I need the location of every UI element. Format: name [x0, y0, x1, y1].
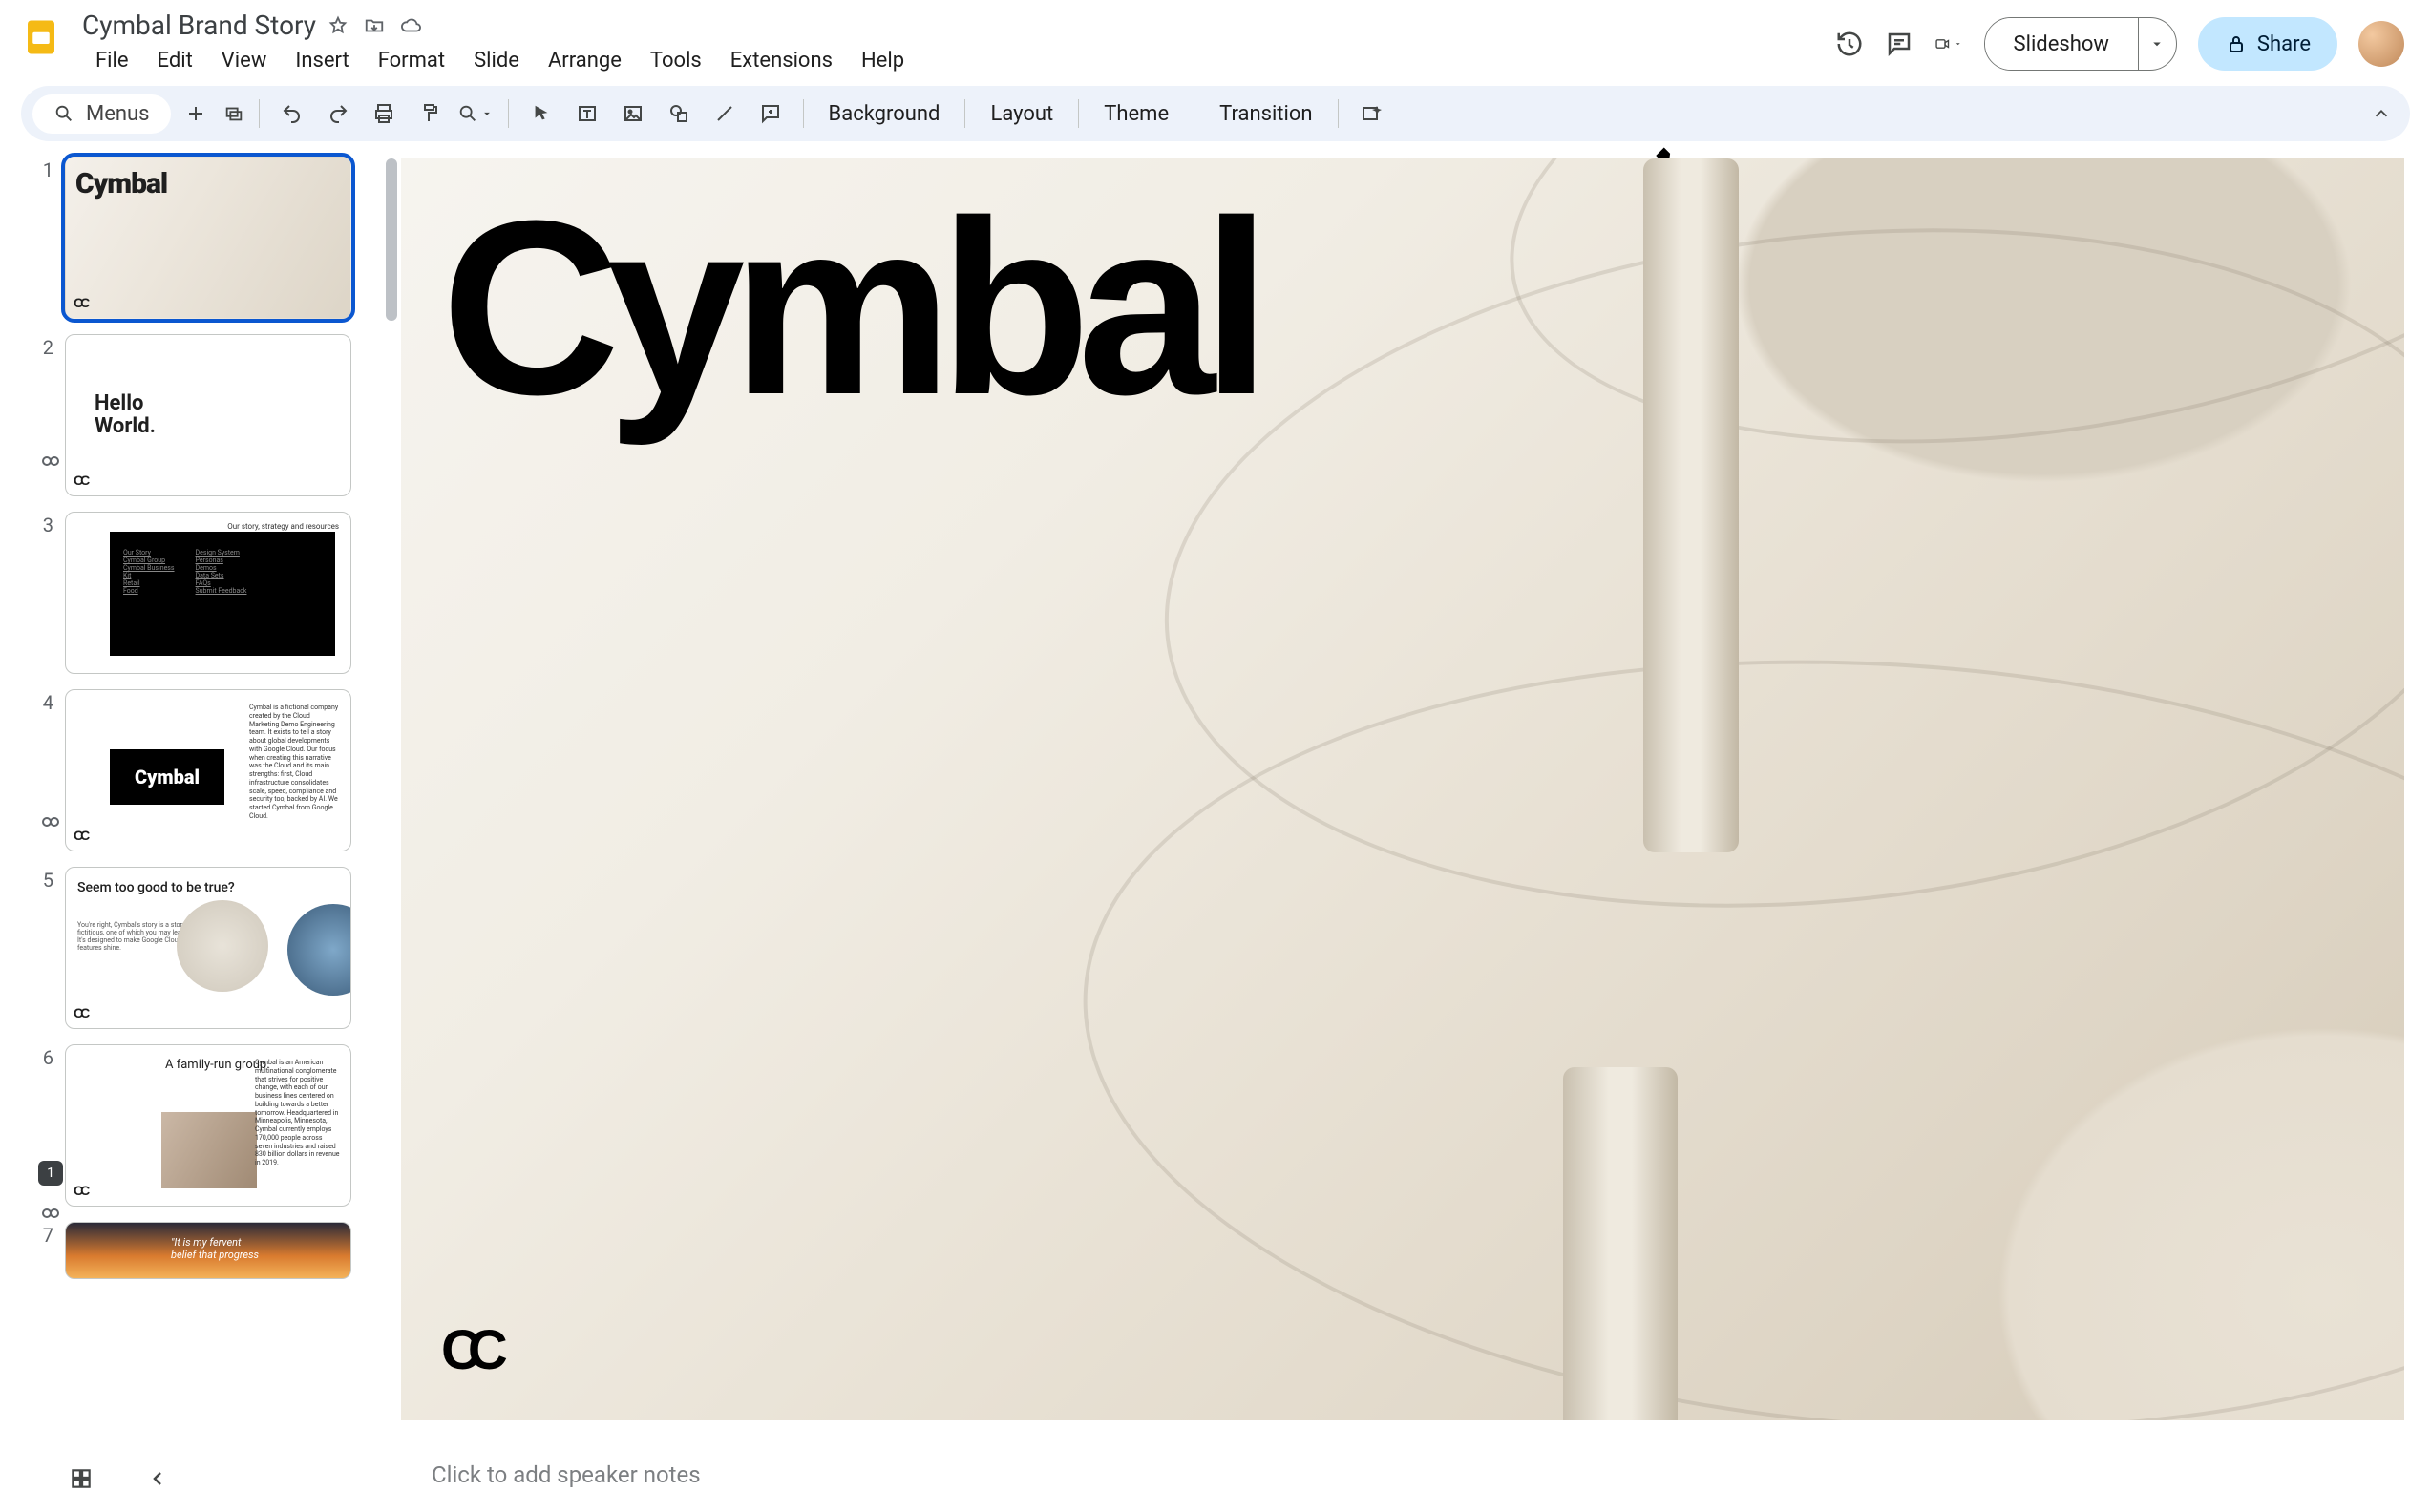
menu-view[interactable]: View [208, 43, 281, 78]
slide-thumbnail-1[interactable]: 1 Cymbal CC [29, 157, 391, 319]
redo-button[interactable] [317, 93, 359, 135]
slide-thumbnail-7[interactable]: 7 "It is my fervent belief that progress [29, 1222, 391, 1279]
menu-tools[interactable]: Tools [637, 43, 715, 78]
slide-thumbnail-4[interactable]: 4 Cymbal Cymbal is a fictional company c… [29, 689, 391, 851]
thumb-logo: Cymbal [110, 749, 224, 805]
menu-file[interactable]: File [82, 43, 142, 78]
thumb-hello: HelloWorld. [95, 392, 156, 438]
undo-button[interactable] [271, 93, 313, 135]
slide-number: 5 [29, 867, 53, 892]
share-label: Share [2257, 32, 2311, 56]
slide-canvas[interactable]: Cymbal CC [401, 158, 2404, 1420]
meet-icon[interactable] [1934, 30, 1963, 58]
shape-button[interactable] [658, 93, 700, 135]
collapse-filmstrip-button[interactable] [143, 1464, 172, 1493]
slide-number: 3 [29, 512, 53, 536]
paint-format-button[interactable] [409, 93, 451, 135]
thumb-toc: Our StoryCymbal GroupCymbal BusinessKitR… [110, 532, 335, 656]
search-icon [53, 103, 74, 124]
thumb-quote: "It is my fervent belief that progress [171, 1236, 266, 1261]
thumb-header: Our story, strategy and resources [227, 522, 339, 531]
slide-number: 1 [29, 157, 53, 181]
slide-canvas-area[interactable]: Cymbal CC [401, 149, 2404, 1420]
slideshow-options-button[interactable] [2138, 18, 2176, 70]
layout-button[interactable]: Layout [977, 93, 1067, 135]
image-button[interactable] [612, 93, 654, 135]
slide-number: 2 [29, 334, 53, 359]
account-avatar[interactable] [2358, 21, 2404, 67]
star-icon[interactable] [328, 15, 349, 36]
menu-slide[interactable]: Slide [460, 43, 533, 78]
zoom-button[interactable] [454, 93, 497, 135]
cc-mark-icon: CC [74, 1183, 87, 1198]
grid-view-button[interactable] [67, 1464, 95, 1493]
thumb-body: Cymbal is a fictional company created by… [249, 704, 341, 821]
slide-number: 7 [29, 1222, 53, 1247]
menu-insert[interactable]: Insert [282, 43, 362, 78]
slide-thumbnail-3[interactable]: 3 Our story, strategy and resources Our … [29, 512, 391, 674]
caret-down-icon [480, 107, 494, 120]
menu-bar: File Edit View Insert Format Slide Arran… [82, 43, 1822, 78]
speaker-notes-area[interactable]: Click to add speaker notes [401, 1438, 2404, 1512]
slide-thumbnail-5[interactable]: 5 Seem too good to be true? You're right… [29, 867, 391, 1029]
filmstrip: 1 Cymbal CC 2 HelloWorld. CC 3 Our story… [0, 149, 401, 1512]
slide-title-text[interactable]: Cymbal [441, 209, 1258, 408]
search-menus-button[interactable]: Menus [32, 94, 171, 134]
comments-icon[interactable] [1885, 30, 1913, 58]
move-icon[interactable] [364, 15, 385, 36]
transition-button[interactable]: Transition [1206, 93, 1325, 135]
new-slide-with-layout-button[interactable] [221, 93, 247, 135]
document-title[interactable]: Cymbal Brand Story [82, 10, 316, 41]
hide-menus-button[interactable] [2364, 96, 2399, 131]
menu-edit[interactable]: Edit [144, 43, 206, 78]
menu-arrange[interactable]: Arrange [535, 43, 635, 78]
explore-image-button[interactable] [1350, 93, 1392, 135]
cc-mark-icon: CC [74, 828, 87, 843]
menu-extensions[interactable]: Extensions [717, 43, 846, 78]
lock-icon [2225, 32, 2248, 55]
cc-mark-icon: CC [74, 295, 87, 310]
menus-label: Menus [86, 102, 150, 126]
background-button[interactable]: Background [815, 93, 954, 135]
new-slide-button[interactable] [175, 93, 217, 135]
thumb-brand: Cymbal [75, 167, 167, 200]
thumb-title: Seem too good to be true? [77, 881, 235, 895]
print-button[interactable] [363, 93, 405, 135]
share-button[interactable]: Share [2198, 17, 2337, 71]
filmstrip-footer [0, 1445, 401, 1512]
theme-button[interactable]: Theme [1090, 93, 1182, 135]
toolbar: Menus Background Layout Theme Transition [21, 86, 2410, 141]
cloud-status-icon[interactable] [400, 15, 421, 36]
select-tool-button[interactable] [520, 93, 562, 135]
cc-mark-icon: CC [74, 472, 87, 488]
history-icon[interactable] [1835, 30, 1864, 58]
slide-number: 4 [29, 689, 53, 714]
menu-help[interactable]: Help [848, 43, 918, 78]
slideshow-button[interactable]: Slideshow [1985, 18, 2138, 70]
comment-add-button[interactable] [750, 93, 792, 135]
slide-number: 6 [29, 1044, 53, 1069]
cc-mark-icon: CC [74, 1005, 87, 1020]
title-bar: Cymbal Brand Story File Edit View Insert… [0, 0, 2431, 78]
caret-down-icon [1954, 36, 1962, 52]
thumb-sub: You're right, Cymbal's story is a story … [77, 921, 192, 952]
slide-thumbnail-2[interactable]: 2 HelloWorld. CC [29, 334, 391, 496]
line-button[interactable] [704, 93, 746, 135]
thumb-body: Cymbal is an American multinational cong… [255, 1059, 341, 1167]
slideshow-button-group: Slideshow [1984, 17, 2177, 71]
slide-thumbnail-6[interactable]: 6 A family-run group. Cymbal is an Ameri… [29, 1044, 391, 1207]
text-box-button[interactable] [566, 93, 608, 135]
work-area: 1 Cymbal CC 2 HelloWorld. CC 3 Our story… [0, 149, 2431, 1512]
slides-app-icon[interactable] [13, 10, 69, 65]
menu-format[interactable]: Format [365, 43, 458, 78]
cc-logo-mark: CC [441, 1318, 495, 1382]
speaker-notes-placeholder: Click to add speaker notes [432, 1461, 701, 1488]
